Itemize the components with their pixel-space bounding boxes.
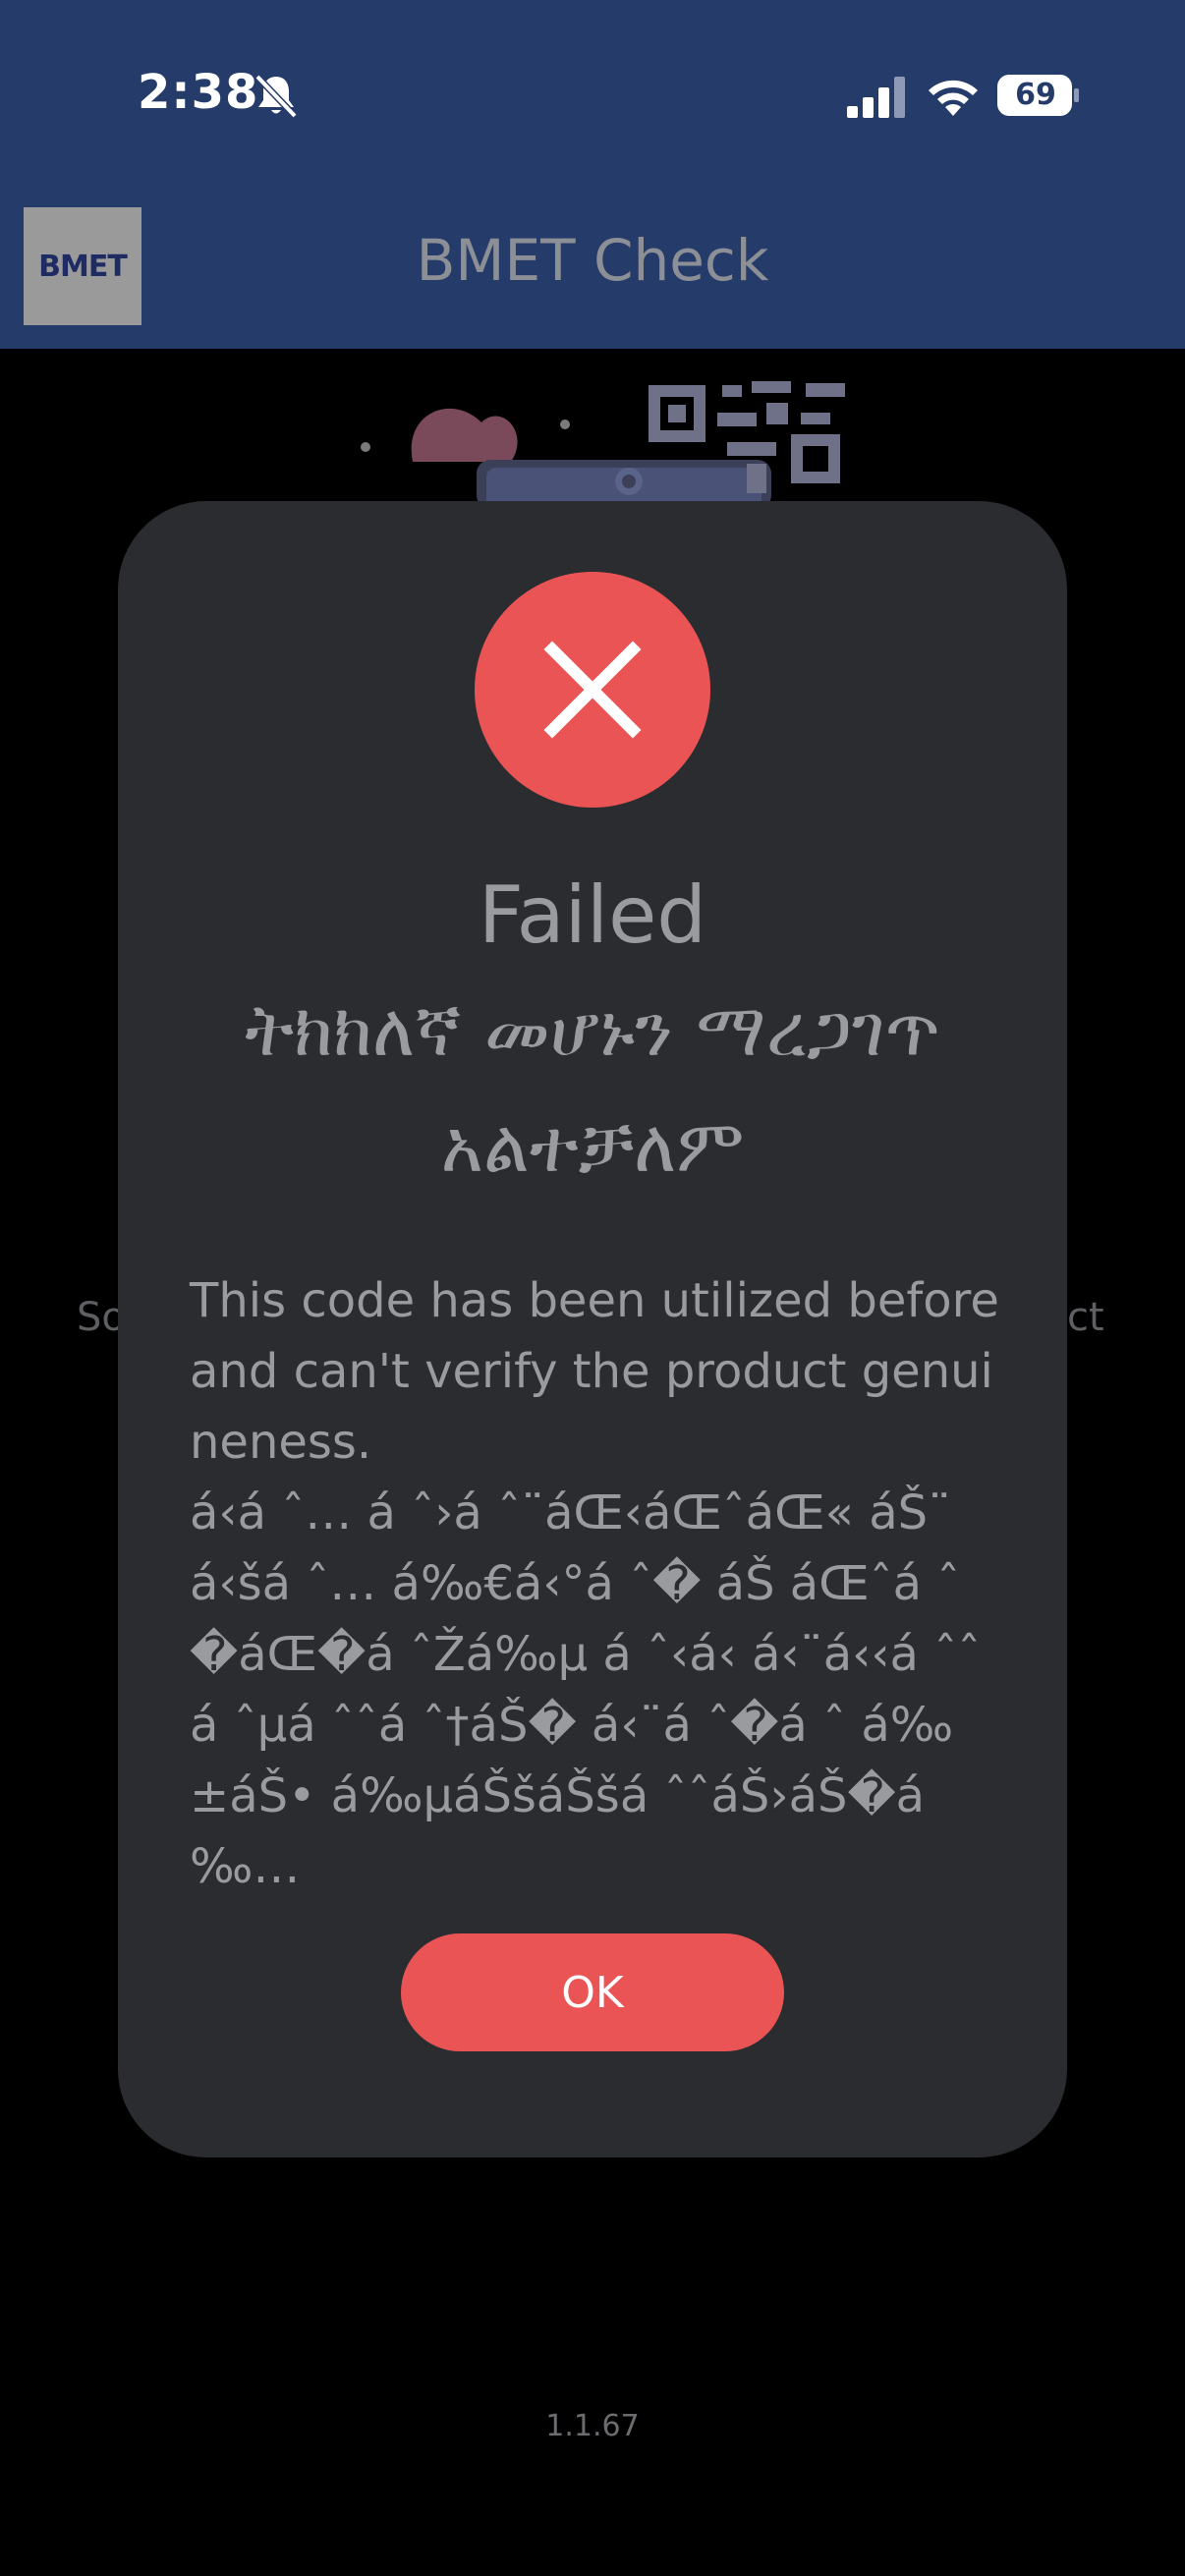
dialog-message: This code has been utilized before and c…	[190, 1265, 1005, 1902]
wifi-icon	[929, 80, 978, 116]
close-x-icon	[543, 641, 642, 739]
app-title: BMET Check	[416, 227, 769, 294]
error-icon-circle	[475, 572, 710, 808]
qr-scan-illustration	[361, 381, 845, 501]
silent-bell-icon	[254, 74, 298, 119]
cellular-signal-icon	[847, 77, 905, 118]
status-time: 2:38	[138, 65, 259, 120]
dialog-message-garbled: á‹á ˆ… á ˆ›á ˆ¨áŒ‹áŒˆáŒ« áŠ¨á‹šá ˆ… á‰€á…	[190, 1485, 982, 1894]
background-instruction-text-right: ct	[1067, 1295, 1104, 1340]
app-bar: BMET BMET Check	[0, 192, 1185, 349]
battery-level: 69	[1015, 78, 1056, 112]
status-bar: 2:38 69	[0, 0, 1185, 192]
error-dialog: Failed ትክክለኛ መሆኑን ማረጋገጥ አልተቻለም This code…	[118, 501, 1067, 2157]
dialog-message-english: This code has been utilized before and c…	[190, 1273, 999, 1470]
dialog-subtitle-amharic: ትክክለኛ መሆኑን ማረጋገጥ አልተቻለም	[245, 988, 940, 1189]
app-version: 1.1.67	[545, 2409, 640, 2443]
ok-button[interactable]: OK	[401, 1933, 784, 2051]
dialog-title: Failed	[478, 869, 707, 961]
